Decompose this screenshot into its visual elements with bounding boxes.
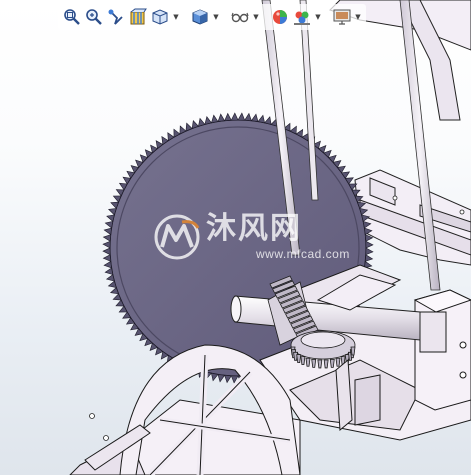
gear-tooth [317, 359, 323, 369]
saw-tooth [103, 260, 112, 269]
gear-tooth [311, 358, 317, 368]
scene-icon [294, 11, 310, 25]
magnifier-area-icon [86, 9, 102, 25]
cad-3d-viewport[interactable] [0, 0, 471, 475]
zoom-to-area-button[interactable] [84, 7, 104, 27]
view-orientation-dropdown[interactable]: ▼ [172, 7, 180, 27]
gear-tooth [323, 359, 329, 369]
gear-tooth [300, 356, 306, 366]
color-ball-icon [273, 10, 287, 24]
saw-tooth [106, 214, 115, 222]
saw-tooth [105, 274, 115, 282]
gear-tooth [350, 346, 356, 356]
saw-tooth [264, 116, 272, 125]
saw-tooth [224, 112, 232, 122]
saw-tooth [244, 112, 252, 122]
saw-tooth [364, 254, 374, 262]
bearing-block[interactable] [413, 289, 471, 411]
saw-tooth [102, 247, 111, 256]
gear-tooth [329, 358, 335, 368]
gear-tooth [305, 357, 311, 367]
saw-tooth [204, 115, 212, 125]
saw-tooth [103, 227, 112, 236]
saw-tooth [237, 112, 246, 121]
view-settings-dropdown[interactable]: ▼ [354, 7, 362, 27]
gear-tooth [335, 357, 341, 367]
cube-orientation-icon [152, 9, 168, 25]
saw-tooth [230, 112, 239, 121]
hide-show-items-button[interactable] [230, 7, 250, 27]
edit-appearance-button[interactable] [270, 7, 290, 27]
hide-show-items-dropdown[interactable]: ▼ [252, 7, 260, 27]
heads-up-view-toolbar: ▼ ▼ ▼ ▼ ▼ [58, 4, 366, 30]
previous-view-button[interactable] [106, 7, 126, 27]
apply-scene-dropdown[interactable]: ▼ [314, 7, 322, 27]
saw-tooth [217, 374, 226, 383]
display-style-dropdown[interactable]: ▼ [212, 7, 220, 27]
saw-tooth [217, 113, 226, 122]
shaded-cube-icon [192, 9, 208, 25]
magnifier-fit-icon [64, 9, 80, 25]
section-view-icon [130, 8, 147, 25]
frame-right-upper[interactable] [354, 169, 471, 266]
glasses-icon [231, 12, 249, 23]
saw-tooth [257, 114, 266, 124]
saw-tooth [104, 220, 114, 229]
saw-tooth [102, 240, 111, 249]
saw-tooth [224, 374, 232, 384]
saw-tooth [102, 234, 112, 242]
apply-scene-button[interactable] [292, 7, 312, 27]
gear-tooth [296, 354, 302, 364]
saw-tooth [210, 372, 219, 382]
saw-tooth [210, 114, 219, 124]
display-style-button[interactable] [190, 7, 210, 27]
view-orientation-button[interactable] [150, 7, 170, 27]
saw-tooth [250, 113, 259, 122]
saw-tooth [365, 247, 374, 256]
monitor-settings-icon [333, 9, 351, 25]
saw-tooth [102, 254, 112, 262]
previous-view-icon [108, 9, 123, 25]
section-view-button[interactable] [128, 7, 148, 27]
zoom-to-fit-button[interactable] [62, 7, 82, 27]
saw-tooth [365, 240, 374, 249]
saw-tooth [104, 267, 114, 276]
view-settings-button[interactable] [332, 7, 352, 27]
